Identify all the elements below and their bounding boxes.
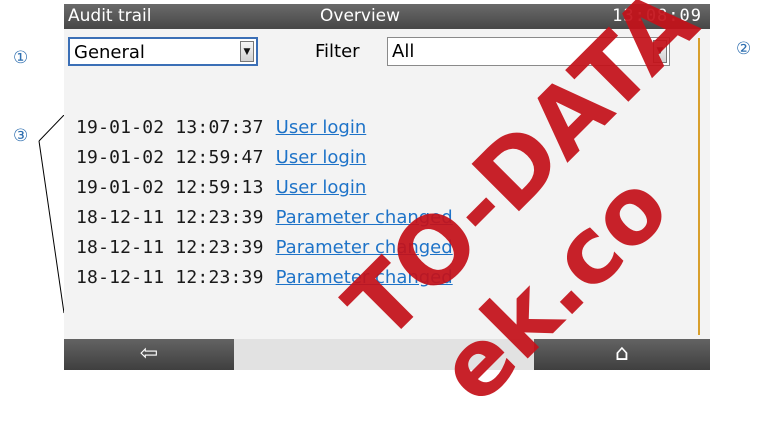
back-arrow-icon: ⇦ <box>139 341 159 366</box>
audit-entry: 19-01-02 12:59:47 User login <box>76 147 453 177</box>
entry-event-link[interactable]: User login <box>276 177 367 198</box>
chevron-down-icon[interactable]: ▼ <box>240 41 254 62</box>
category-select[interactable]: General ▼ <box>68 37 258 66</box>
page-title: Audit trail <box>68 6 152 26</box>
callout-3: ③ <box>13 126 29 146</box>
entry-event-link[interactable]: User login <box>276 117 367 138</box>
entry-timestamp: 19-01-02 12:59:13 <box>76 177 264 198</box>
audit-entry: 19-01-02 12:59:13 User login <box>76 177 453 207</box>
entry-event-link[interactable]: User login <box>276 147 367 168</box>
callout-2: ② <box>736 39 752 59</box>
entry-timestamp: 19-01-02 13:07:37 <box>76 117 264 138</box>
entry-timestamp: 18-12-11 12:23:39 <box>76 207 264 228</box>
entry-timestamp: 18-12-11 12:23:39 <box>76 237 264 258</box>
back-button[interactable]: ⇦ <box>64 339 234 370</box>
scrollbar[interactable] <box>698 38 700 335</box>
filter-select-value: All <box>392 41 415 62</box>
view-title: Overview <box>320 6 401 26</box>
entry-timestamp: 19-01-02 12:59:47 <box>76 147 264 168</box>
callout-1: ① <box>13 48 29 68</box>
entry-timestamp: 18-12-11 12:23:39 <box>76 267 264 288</box>
category-select-value: General <box>74 42 145 63</box>
audit-entry: 19-01-02 13:07:37 User login <box>76 117 453 147</box>
filter-label: Filter <box>315 41 360 62</box>
home-icon: ⌂ <box>615 341 629 366</box>
